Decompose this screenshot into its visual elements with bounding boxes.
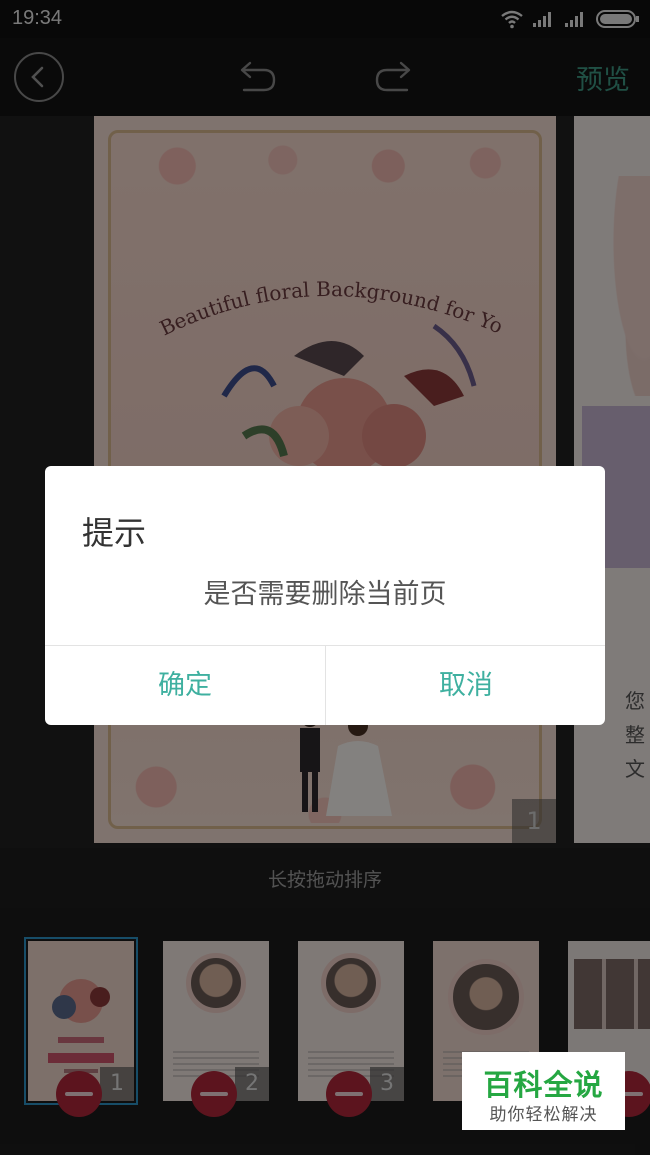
delete-confirm-dialog: 提示 是否需要删除当前页 确定 取消 xyxy=(45,466,605,725)
confirm-button[interactable]: 确定 xyxy=(45,646,325,725)
cancel-button[interactable]: 取消 xyxy=(326,646,605,725)
watermark-subtitle: 助你轻松解决 xyxy=(489,1105,598,1125)
watermark-logo: 百科全说 助你轻松解决 xyxy=(462,1052,625,1130)
dialog-title: 提示 xyxy=(82,514,147,552)
watermark-title: 百科全说 xyxy=(483,1068,604,1102)
dialog-message: 是否需要删除当前页 xyxy=(203,579,447,610)
